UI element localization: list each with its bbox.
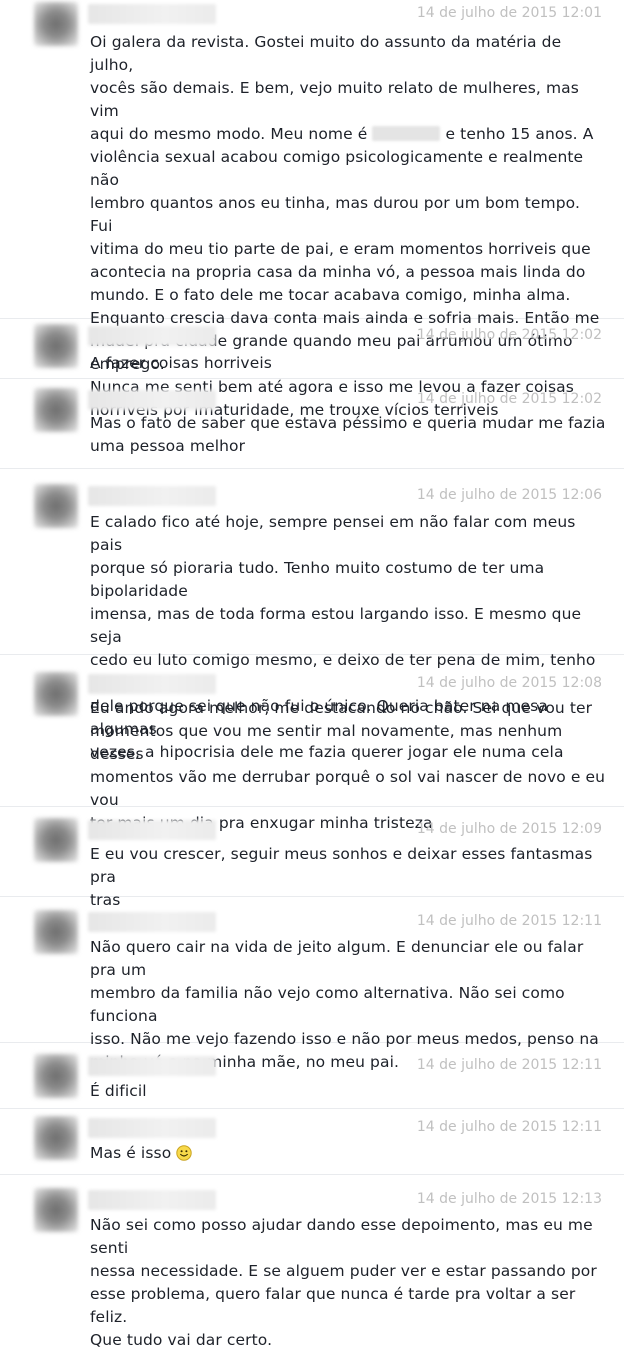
smile-emoji-icon [176,1145,193,1161]
sender-name-redacted[interactable] [88,1056,216,1076]
message-timestamp: 14 de julho de 2015 12:09 [416,821,602,837]
message-timestamp: 14 de julho de 2015 12:02 [416,391,602,407]
sender-avatar[interactable] [34,1054,78,1098]
sender-avatar[interactable] [34,2,78,46]
sender-name-redacted[interactable] [88,486,216,506]
sender-avatar[interactable] [34,1116,78,1160]
redacted-name [372,126,441,141]
sender-name-redacted[interactable] [88,390,216,410]
message-timestamp: 14 de julho de 2015 12:13 [416,1191,602,1207]
message-timestamp: 14 de julho de 2015 12:01 [416,5,602,21]
message-item: 14 de julho de 2015 12:11 É dificil [0,1052,624,1109]
message-text: É dificil [90,1082,147,1100]
message-text: A fazer coisas horriveis [90,354,272,372]
message-item: 14 de julho de 2015 12:06 E calado fico … [0,482,624,761]
message-item: 14 de julho de 2015 12:01 Oi galera da r… [0,0,624,419]
sender-name-redacted[interactable] [88,1118,216,1138]
message-timestamp: 14 de julho de 2015 12:02 [416,327,602,343]
sender-avatar[interactable] [34,910,78,954]
message-text: Eu ando agora melhor, me destacando no c… [90,699,606,832]
sender-name-redacted[interactable] [88,674,216,694]
message-item: 14 de julho de 2015 12:02 Mas o fato de … [0,386,624,469]
message-text-part: Mas é isso [90,1144,172,1162]
message-timestamp: 14 de julho de 2015 12:11 [416,1119,602,1135]
message-thread: 14 de julho de 2015 12:01 Oi galera da r… [0,0,624,1349]
message-timestamp: 14 de julho de 2015 12:11 [416,1057,602,1073]
message-timestamp: 14 de julho de 2015 12:08 [416,675,602,691]
sender-name-redacted[interactable] [88,1190,216,1210]
sender-avatar[interactable] [34,324,78,368]
sender-avatar[interactable] [34,1188,78,1232]
message-item: 14 de julho de 2015 12:08 Eu ando agora … [0,670,624,832]
sender-avatar[interactable] [34,484,78,528]
message-item: 14 de julho de 2015 12:11 Não quero cair… [0,908,624,1071]
sender-name-redacted[interactable] [88,4,216,24]
sender-avatar[interactable] [34,388,78,432]
message-item: 14 de julho de 2015 12:11 Mas é isso [0,1114,624,1175]
sender-avatar[interactable] [34,818,78,862]
sender-avatar[interactable] [34,672,78,716]
message-text: Não sei como posso ajudar dando esse dep… [90,1216,597,1349]
message-text: E eu vou crescer, seguir meus sonhos e d… [90,845,593,909]
message-item: 14 de julho de 2015 12:02 A fazer coisas… [0,322,624,379]
message-timestamp: 14 de julho de 2015 12:11 [416,913,602,929]
sender-name-redacted[interactable] [88,326,216,346]
message-item: 14 de julho de 2015 12:09 E eu vou cresc… [0,816,624,909]
sender-name-redacted[interactable] [88,912,216,932]
message-text: Mas é isso [90,1142,606,1165]
message-timestamp: 14 de julho de 2015 12:06 [416,487,602,503]
message-text: Mas o fato de saber que estava péssimo e… [90,414,606,455]
sender-name-redacted[interactable] [88,820,216,840]
message-item: 14 de julho de 2015 12:13 Não sei como p… [0,1186,624,1349]
